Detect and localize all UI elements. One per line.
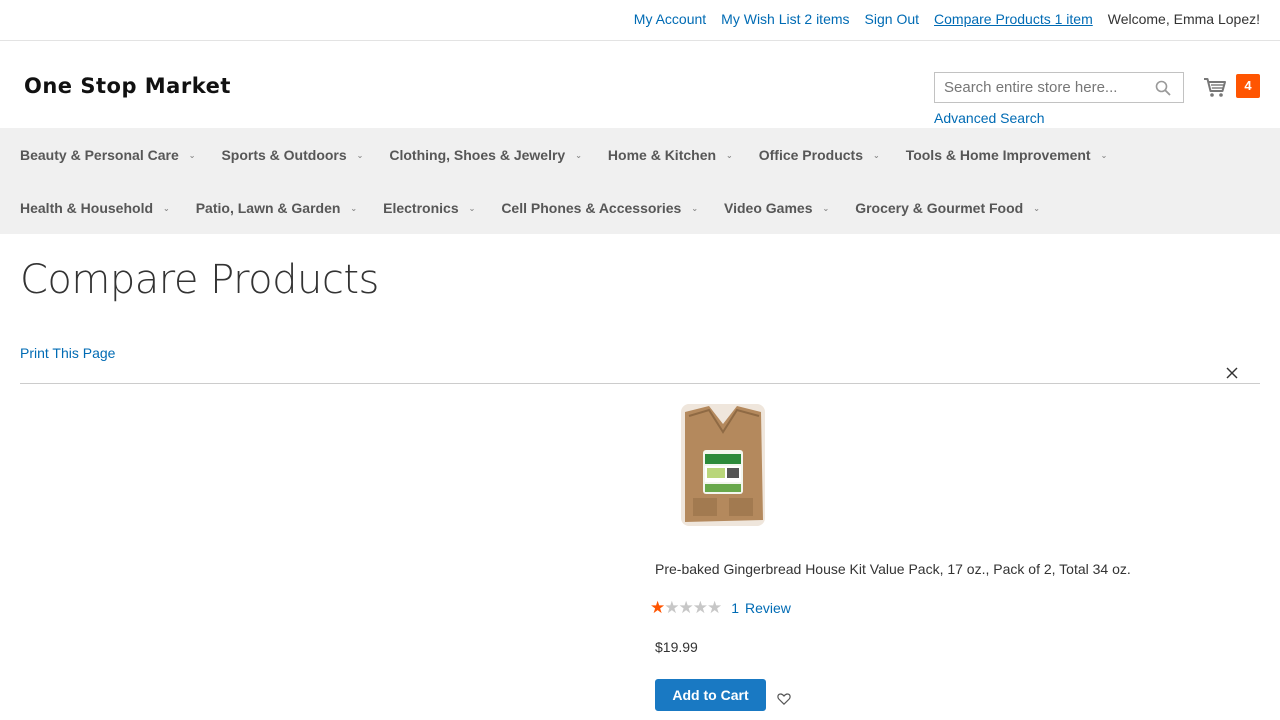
nav-item-tools[interactable]: Tools & Home Improvement ⌄: [906, 147, 1108, 163]
rating-stars: ★★★★★: [650, 598, 722, 617]
cart-icon[interactable]: [1203, 75, 1227, 99]
sign-out-link[interactable]: Sign Out: [865, 11, 919, 27]
review-label: Review: [745, 600, 791, 616]
search-input[interactable]: [935, 73, 1145, 102]
product-name[interactable]: Pre-baked Gingerbread House Kit Value Pa…: [655, 561, 1131, 577]
nav-item-patio[interactable]: Patio, Lawn & Garden ⌄: [196, 200, 357, 216]
chevron-down-icon: ⌄: [188, 150, 196, 160]
chevron-down-icon: ⌄: [575, 150, 582, 160]
chevron-down-icon: ⌄: [691, 203, 699, 213]
reviews-link[interactable]: 1 Review: [731, 600, 791, 616]
cart-count-badge[interactable]: 4: [1236, 74, 1260, 98]
product-rating: ★★★★★ 1 Review: [650, 599, 791, 617]
search-box: [934, 72, 1184, 103]
nav-item-health[interactable]: Health & Household ⌄: [20, 200, 170, 216]
chevron-down-icon: ⌄: [163, 203, 170, 213]
advanced-search-link[interactable]: Advanced Search: [934, 110, 1045, 126]
category-nav: Beauty & Personal Care ⌄ Sports & Outdoor…: [0, 128, 1280, 234]
chevron-down-icon: ⌄: [872, 150, 880, 160]
nav-item-home-kitchen[interactable]: Home & Kitchen ⌄: [608, 147, 733, 163]
chevron-down-icon: ⌄: [1100, 150, 1108, 160]
header-links: My Account My Wish List 2 items Sign Out…: [634, 11, 1260, 27]
product-price: $19.99: [655, 639, 698, 655]
chevron-down-icon: ⌄: [468, 203, 476, 213]
chevron-down-icon: ⌄: [350, 203, 358, 213]
divider: [20, 383, 1260, 384]
chevron-down-icon: ⌄: [1033, 203, 1040, 213]
nav-item-electronics[interactable]: Electronics ⌄: [383, 200, 475, 216]
star-empty-icon: ★★★★: [664, 598, 722, 617]
heart-icon[interactable]: [777, 692, 791, 706]
chevron-down-icon: ⌄: [356, 150, 364, 160]
review-count: 1: [731, 600, 740, 616]
top-bar: My Account My Wish List 2 items Sign Out…: [0, 0, 1280, 41]
print-page-link[interactable]: Print This Page: [20, 345, 115, 361]
nav-item-grocery[interactable]: Grocery & Gourmet Food ⌄: [855, 200, 1040, 216]
product-image[interactable]: [679, 402, 767, 528]
remove-product-close-icon[interactable]: [1226, 367, 1238, 379]
nav-item-video-games[interactable]: Video Games ⌄: [724, 200, 829, 216]
nav-item-clothing[interactable]: Clothing, Shoes & Jewelry ⌄: [389, 147, 582, 163]
nav-item-office[interactable]: Office Products ⌄: [759, 147, 880, 163]
store-logo[interactable]: One Stop Market: [24, 74, 231, 98]
wishlist-link[interactable]: My Wish List 2 items: [721, 11, 849, 27]
welcome-message: Welcome, Emma Lopez!: [1107, 11, 1260, 27]
nav-item-beauty[interactable]: Beauty & Personal Care ⌄: [20, 147, 195, 163]
nav-item-cell-phones[interactable]: Cell Phones & Accessories ⌄: [501, 200, 698, 216]
search-icon[interactable]: [1155, 80, 1171, 96]
my-account-link[interactable]: My Account: [634, 11, 706, 27]
nav-item-sports[interactable]: Sports & Outdoors ⌄: [221, 147, 363, 163]
add-to-cart-button[interactable]: Add to Cart: [655, 679, 766, 711]
chevron-down-icon: ⌄: [822, 203, 830, 213]
star-filled-icon: ★: [650, 598, 665, 617]
page-title: Compare Products: [20, 257, 379, 303]
compare-products-link[interactable]: Compare Products 1 item: [934, 11, 1093, 27]
chevron-down-icon: ⌄: [726, 150, 733, 160]
